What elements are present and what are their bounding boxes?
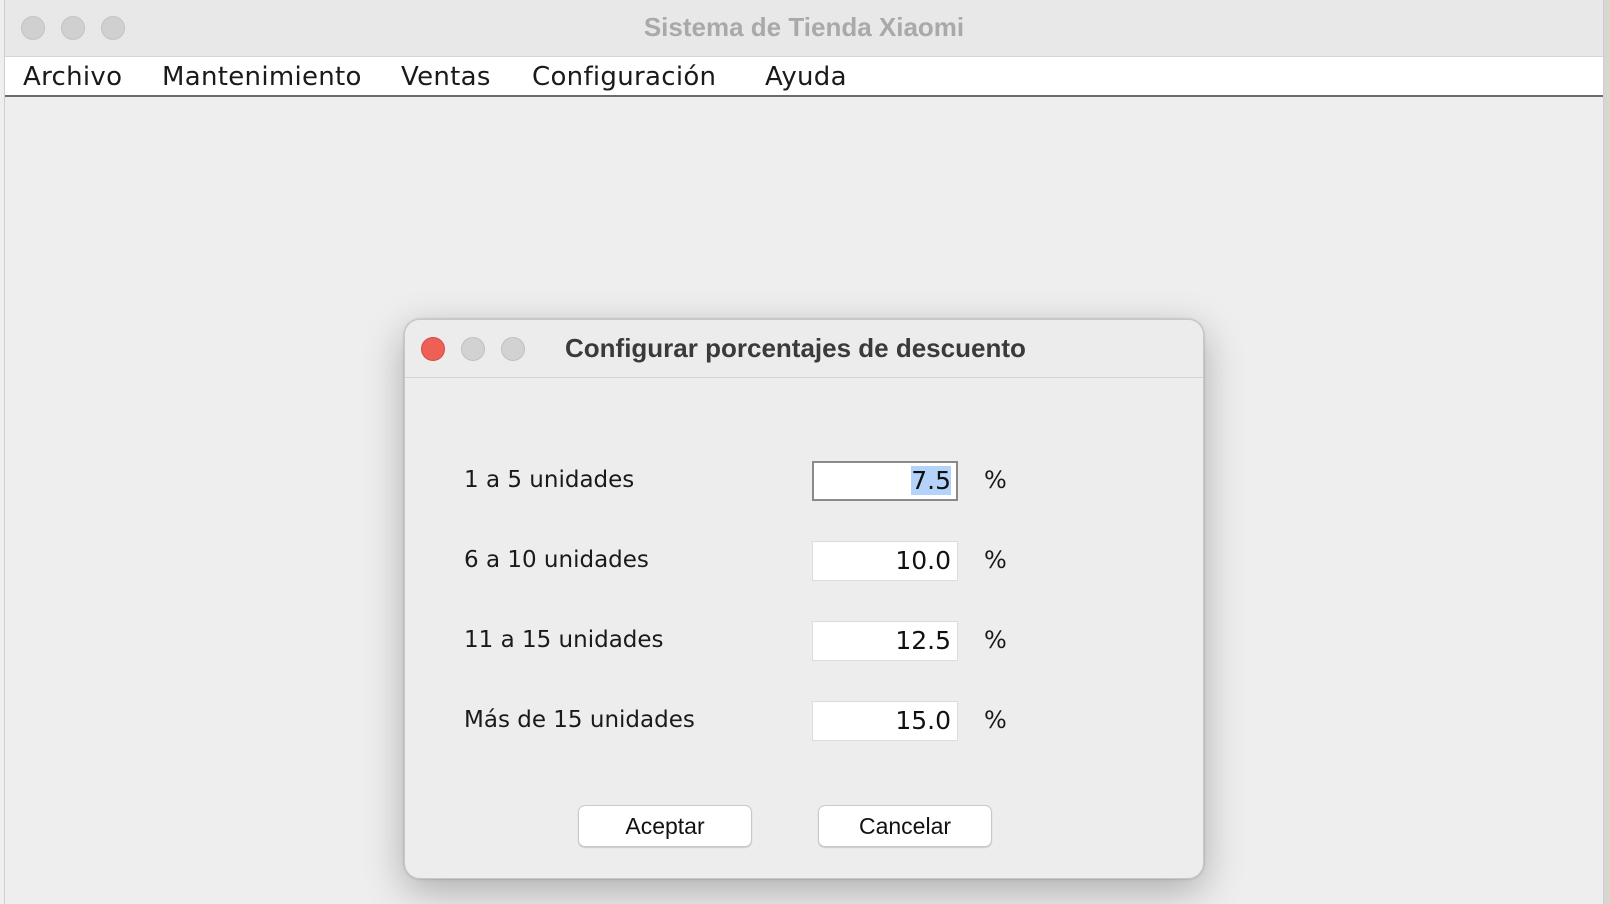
- menu-archivo[interactable]: Archivo: [23, 62, 122, 92]
- discount-input-1-5[interactable]: 7.5: [812, 461, 958, 501]
- menu-configuracion[interactable]: Configuración: [532, 62, 716, 92]
- maximize-dialog-icon: [501, 337, 525, 361]
- menu-ayuda[interactable]: Ayuda: [765, 62, 847, 92]
- dialog-title: Configurar porcentajes de descuento: [565, 333, 1026, 363]
- selected-text: 7.5: [911, 466, 951, 495]
- discount-input-11-15[interactable]: 12.5: [812, 621, 958, 661]
- dialog-titlebar: Configurar porcentajes de descuento: [405, 320, 1203, 378]
- main-titlebar: Sistema de Tienda Xiaomi: [5, 0, 1603, 57]
- cancel-button[interactable]: Cancelar: [818, 805, 992, 847]
- row-label-6-10: 6 a 10 unidades: [464, 547, 649, 573]
- percent-sign: %: [984, 626, 1007, 654]
- discount-input-6-10[interactable]: 10.0: [812, 541, 958, 581]
- menu-mantenimiento[interactable]: Mantenimiento: [162, 62, 362, 92]
- percent-sign: %: [984, 706, 1007, 734]
- window-title: Sistema de Tienda Xiaomi: [643, 12, 965, 42]
- close-dialog-icon[interactable]: [421, 337, 445, 361]
- minimize-dialog-icon: [461, 337, 485, 361]
- percent-sign: %: [984, 546, 1007, 574]
- discount-dialog: Configurar porcentajes de descuento 1 a …: [404, 319, 1204, 879]
- menu-ventas[interactable]: Ventas: [401, 62, 491, 92]
- row-label-1-5: 1 a 5 unidades: [464, 467, 635, 493]
- menu-bar: Archivo Mantenimiento Ventas Configuraci…: [5, 57, 1603, 97]
- discount-input-mas-15[interactable]: 15.0: [812, 701, 958, 741]
- row-label-mas-15: Más de 15 unidades: [464, 707, 695, 733]
- accept-button[interactable]: Aceptar: [578, 805, 752, 847]
- row-label-11-15: 11 a 15 unidades: [464, 627, 664, 653]
- percent-sign: %: [984, 466, 1007, 494]
